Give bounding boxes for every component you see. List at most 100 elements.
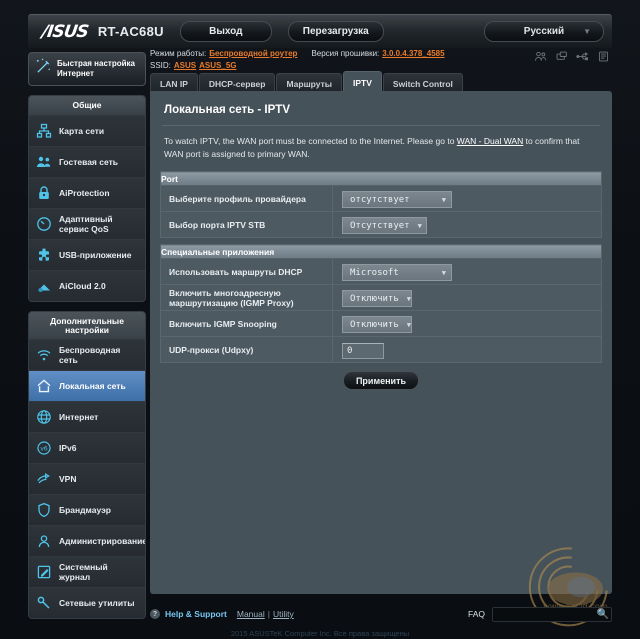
sidebar-item-lan[interactable]: Локальная сеть <box>29 370 145 401</box>
igmp-proxy-select[interactable]: Отключить ▼ <box>342 290 412 308</box>
igmp-snooping-label: Включить IGMP Snooping <box>160 310 333 337</box>
sidebar-item-label: Локальная сеть <box>59 381 126 391</box>
igmp-proxy-value: Отключить <box>350 293 399 304</box>
wan-dual-wan-link[interactable]: WAN - Dual WAN <box>457 136 523 146</box>
router-model: RT-AC68U <box>97 24 164 39</box>
sidebar-item-ipv6[interactable]: v6 IPv6 <box>29 432 145 463</box>
network-map-icon <box>34 121 54 141</box>
vpn-icon <box>34 469 54 489</box>
tab-lan-ip[interactable]: LAN IP <box>150 73 198 93</box>
magic-wand-icon <box>34 57 53 81</box>
guest-network-icon <box>34 152 54 172</box>
sidebar-item-aicloud[interactable]: AiCloud 2.0 <box>29 270 145 301</box>
sidebar-group-advanced-title: Дополнительные настройки <box>29 312 145 339</box>
sidebar-item-label: Брандмауэр <box>59 505 111 515</box>
sidebar-item-firewall[interactable]: Брандмауэр <box>29 494 145 525</box>
special-section-header: Специальные приложения <box>160 244 602 259</box>
tab-switch-control[interactable]: Switch Control <box>382 73 463 93</box>
port-section-header: Port <box>160 171 602 186</box>
isp-profile-value: отсутствует <box>350 194 410 205</box>
description-part-1: To watch IPTV, the WAN port must be conn… <box>164 136 457 146</box>
dhcp-routes-select[interactable]: Microsoft ▼ <box>342 264 452 282</box>
chevron-down-icon: ▼ <box>583 27 591 36</box>
sidebar-item-label: USB-приложение <box>59 250 132 260</box>
svg-text:v6: v6 <box>40 446 48 453</box>
sidebar-item-label: Системный журнал <box>59 562 108 582</box>
logout-button[interactable]: Выход <box>179 21 272 42</box>
iptv-stb-port-select[interactable]: Отсутствует ▼ <box>342 217 427 235</box>
footer-bar: ? Help & Support Manual | Utility FAQ 🔍 <box>150 601 612 627</box>
help-support-link[interactable]: Help & Support <box>165 609 227 619</box>
udp-proxy-input[interactable] <box>342 343 384 359</box>
special-section-title: Специальные приложения <box>160 244 602 259</box>
language-label: Русский <box>523 26 565 37</box>
sidebar-item-wireless[interactable]: Беспроводная сеть <box>29 339 145 370</box>
tab-bar: LAN IP DHCP-сервер Маршруты IPTV Switch … <box>150 71 463 93</box>
sidebar-item-label: Карта сети <box>59 126 105 136</box>
reboot-button[interactable]: Перезагрузка <box>287 21 384 42</box>
chevron-down-icon: ▼ <box>406 294 411 303</box>
igmp-proxy-label: Включить многоадресную маршрутизацию (IG… <box>160 284 333 311</box>
tab-routes[interactable]: Маршруты <box>276 73 343 93</box>
faq-label: FAQ <box>467 609 485 619</box>
usb-app-icon <box>34 245 54 265</box>
sidebar-item-label: Администрирование <box>59 536 146 546</box>
dhcp-routes-value: Microsoft <box>350 267 399 278</box>
port-section-title: Port <box>160 171 602 186</box>
faq-search-input[interactable] <box>493 611 597 625</box>
shield-icon <box>34 500 54 520</box>
ipv6-icon: v6 <box>34 438 54 458</box>
sidebar-item-vpn[interactable]: VPN <box>29 463 145 494</box>
sidebar-item-adaptive-qos[interactable]: Адаптивный сервис QoS <box>29 208 145 239</box>
igmp-snooping-select[interactable]: Отключить ▼ <box>342 316 412 334</box>
main-panel: Локальная сеть - IPTV To watch IPTV, the… <box>150 91 612 594</box>
table-row: Включить IGMP Snooping Отключить ▼ <box>160 310 602 337</box>
sidebar-item-administration[interactable]: Администрирование <box>29 525 145 556</box>
usb-icon[interactable] <box>576 50 589 63</box>
firmware-label: Версия прошивки: <box>311 49 380 58</box>
operation-mode-value[interactable]: Беспроводной роутер <box>209 48 297 60</box>
sidebar-item-network-map[interactable]: Карта сети <box>29 115 145 146</box>
language-selector[interactable]: Русский ▼ <box>484 21 604 42</box>
clients-icon[interactable] <box>534 50 547 63</box>
igmp-snooping-value: Отключить <box>350 319 399 330</box>
table-row: Включить многоадресную маршрутизацию (IG… <box>160 284 602 311</box>
firmware-value[interactable]: 3.0.0.4.378_4585 <box>382 48 444 60</box>
utility-link[interactable]: Utility <box>273 609 294 619</box>
tab-dhcp-server[interactable]: DHCP-сервер <box>198 73 276 93</box>
sidebar-item-network-tools[interactable]: Сетевые утилиты <box>29 587 145 618</box>
faq-search-box[interactable]: 🔍 <box>492 606 612 625</box>
sidebar-item-label: Беспроводная сеть <box>59 345 121 365</box>
router-admin-page: /ISUS RT-AC68U Выход Перезагрузка Русски… <box>0 0 640 639</box>
sidebar-item-aiprotection[interactable]: AiProtection <box>29 177 145 208</box>
network-map-icon[interactable] <box>555 50 568 63</box>
apply-button[interactable]: Применить <box>343 371 419 390</box>
sidebar-item-guest-network[interactable]: Гостевая сеть <box>29 146 145 177</box>
system-status-icons <box>534 50 610 63</box>
quick-setup-label: Быстрая настройка Интернет <box>57 59 135 78</box>
wrench-icon <box>34 593 54 613</box>
magnifier-icon[interactable]: 🔍 <box>597 609 609 620</box>
manual-link[interactable]: Manual <box>237 609 265 619</box>
sidebar-group-general-title: Общие <box>29 96 145 115</box>
tab-iptv[interactable]: IPTV <box>343 71 382 93</box>
help-question-icon: ? <box>150 609 160 619</box>
sidebar-item-label: Гостевая сеть <box>59 157 118 167</box>
sidebar-item-label: Адаптивный сервис QoS <box>59 214 113 234</box>
sidebar-item-label: IPv6 <box>59 443 77 453</box>
sidebar-item-wan[interactable]: Интернет <box>29 401 145 432</box>
port-section-table: Port Выберите профиль провайдера отсутст… <box>160 171 602 238</box>
iptv-stb-port-value: Отсутствует <box>350 220 410 231</box>
home-icon <box>34 376 54 396</box>
sidebar-item-system-log[interactable]: Системный журнал <box>29 556 145 587</box>
sidebar: Быстрая настройка Интернет Общие Карта се… <box>28 52 146 628</box>
udp-proxy-label: UDP-прокси (Udpxy) <box>160 336 333 363</box>
printer-icon[interactable] <box>597 50 610 63</box>
iptv-stb-port-label: Выбор порта IPTV STB <box>160 211 333 238</box>
sidebar-quick-internet-setup[interactable]: Быстрая настройка Интернет <box>28 52 146 86</box>
table-row: Выбор порта IPTV STB Отсутствует ▼ <box>160 211 602 238</box>
sidebar-item-usb-application[interactable]: USB-приложение <box>29 239 145 270</box>
sidebar-item-label: AiProtection <box>59 188 110 198</box>
isp-profile-select[interactable]: отсутствует ▼ <box>342 191 452 209</box>
table-row: UDP-прокси (Udpxy) <box>160 336 602 363</box>
